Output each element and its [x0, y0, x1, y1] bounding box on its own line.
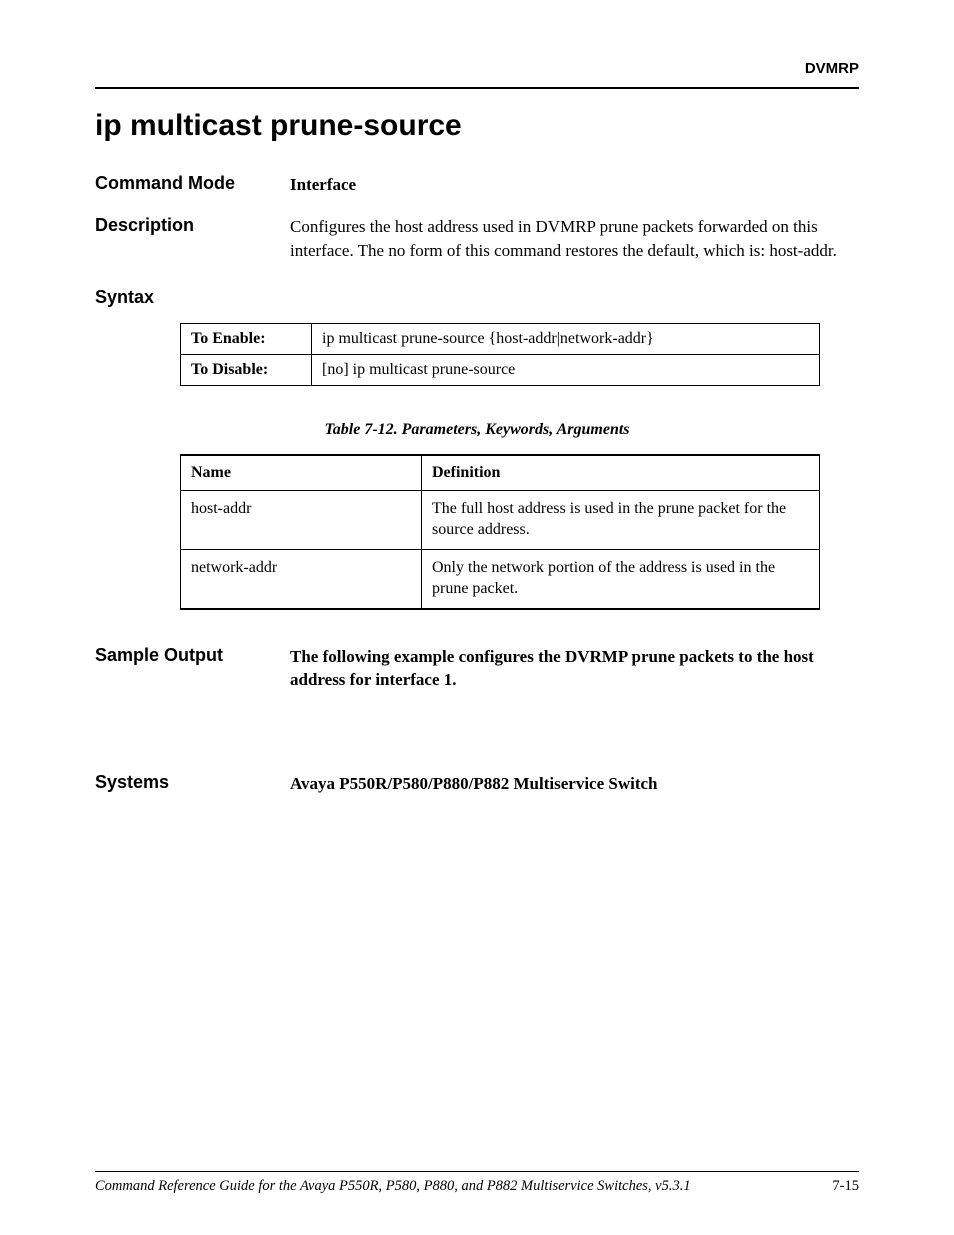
table-row: host-addr The full host address is used …	[181, 491, 820, 550]
params-header-definition: Definition	[422, 455, 820, 491]
param-definition: Only the network portion of the address …	[422, 549, 820, 608]
sample-output-label: Sample Output	[95, 645, 290, 666]
table-row: To Disable: [no] ip multicast prune-sour…	[181, 355, 820, 386]
systems-row: Systems Avaya P550R/P580/P880/P882 Multi…	[95, 772, 859, 796]
command-mode-value: Interface	[290, 173, 859, 197]
syntax-label: Syntax	[95, 287, 859, 308]
footer-text: Command Reference Guide for the Avaya P5…	[95, 1178, 691, 1195]
syntax-table: To Enable: ip multicast prune-source {ho…	[180, 323, 820, 386]
description-text: Configures the host address used in DVMR…	[290, 215, 859, 263]
footer-page-number: 7-15	[832, 1178, 859, 1195]
table-header-row: Name Definition	[181, 455, 820, 491]
param-definition: The full host address is used in the pru…	[422, 491, 820, 550]
syntax-row-label: To Disable:	[181, 355, 312, 386]
footer-rule	[95, 1171, 859, 1172]
params-header-name: Name	[181, 455, 422, 491]
command-mode-label: Command Mode	[95, 173, 290, 194]
param-name: host-addr	[181, 491, 422, 550]
param-name: network-addr	[181, 549, 422, 608]
params-table-caption: Table 7-12. Parameters, Keywords, Argume…	[95, 421, 859, 439]
syntax-row-value: [no] ip multicast prune-source	[312, 355, 820, 386]
syntax-row-label: To Enable:	[181, 324, 312, 355]
sample-output-text: The following example configures the DVR…	[290, 645, 859, 693]
page-title: ip multicast prune-source	[95, 109, 859, 143]
table-row: network-addr Only the network portion of…	[181, 549, 820, 608]
sample-output-row: Sample Output The following example conf…	[95, 645, 859, 693]
header-section-label: DVMRP	[95, 60, 859, 77]
syntax-row-value: ip multicast prune-source {host-addr|net…	[312, 324, 820, 355]
command-mode-row: Command Mode Interface	[95, 173, 859, 197]
systems-label: Systems	[95, 772, 290, 793]
page-footer: Command Reference Guide for the Avaya P5…	[95, 1171, 859, 1195]
params-table: Name Definition host-addr The full host …	[180, 454, 820, 609]
description-label: Description	[95, 215, 290, 236]
table-row: To Enable: ip multicast prune-source {ho…	[181, 324, 820, 355]
systems-text: Avaya P550R/P580/P880/P882 Multiservice …	[290, 772, 859, 796]
header-rule	[95, 87, 859, 89]
description-row: Description Configures the host address …	[95, 215, 859, 263]
